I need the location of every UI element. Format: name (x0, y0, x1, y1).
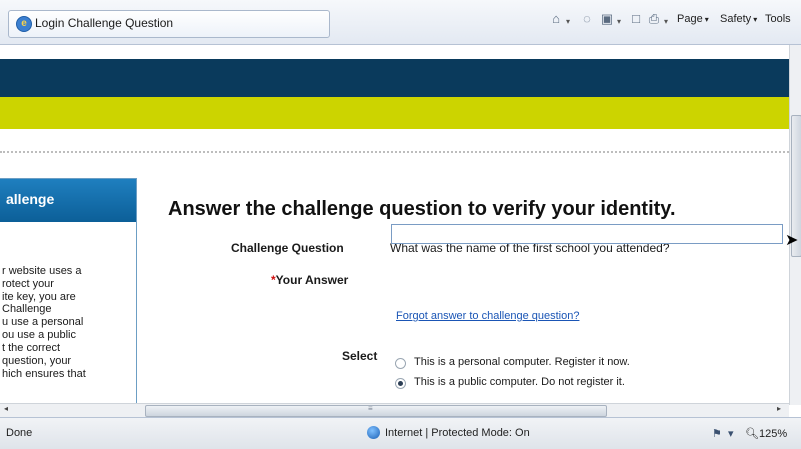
scroll-grip-icon: ≡ (368, 404, 373, 413)
print-dropdown-icon[interactable]: ▾ (664, 17, 668, 26)
header-band (0, 59, 789, 97)
zoom-value: 125% (758, 428, 788, 440)
select-label: Select (342, 349, 378, 363)
tools-menu[interactable]: Tools (765, 13, 791, 25)
scroll-right-arrow-icon[interactable]: ▸ (777, 404, 781, 413)
safety-menu-label: Safety (720, 13, 752, 25)
forgot-answer-link[interactable]: Forgot answer to challenge question? (396, 310, 579, 322)
safety-menu-chevron-icon: ▾ (753, 15, 758, 24)
challenge-question-label: Challenge Question (231, 241, 344, 255)
tab-title: Login Challenge Question (35, 16, 174, 30)
sidebar-text-line: rotect your (2, 278, 54, 290)
radio-public-computer-label[interactable]: This is a public computer. Do not regist… (414, 376, 625, 388)
sidebar-text-line: t the correct (2, 342, 61, 354)
your-answer-label: *Your Answer (271, 273, 348, 287)
your-answer-input[interactable] (391, 224, 783, 244)
security-zone-text[interactable]: Internet | Protected Mode: On (385, 427, 530, 439)
sidebar-text-line: r website uses a (2, 265, 82, 277)
your-answer-label-text: Your Answer (275, 273, 349, 287)
sidebar-text-line: u use a personal (2, 316, 84, 328)
home-icon[interactable]: ⌂ (549, 12, 563, 26)
status-text: Done (6, 427, 33, 439)
page-heading: Answer the challenge question to verify … (168, 198, 676, 220)
sidebar-text-line: hich ensures that (2, 368, 86, 380)
internet-zone-icon (367, 426, 380, 439)
mouse-cursor-icon: ➤ (785, 232, 799, 249)
feeds-icon[interactable]: ◌ (580, 12, 594, 26)
sidebar-header: allenge (0, 179, 136, 222)
radio-personal-computer-label[interactable]: This is a personal computer. Register it… (414, 356, 630, 368)
browser-toolbar: e Login Challenge Question ⌂ ▾ ◌ ▣ ▾ □ ⎙… (0, 0, 801, 45)
page-menu[interactable]: Page ▾ (677, 13, 709, 25)
protected-mode-icon[interactable]: ⚑ (712, 427, 722, 440)
ie-favicon-icon: e (16, 16, 32, 32)
sidebar-text-line: ou use a public (2, 329, 76, 341)
print-preview-icon[interactable]: □ (629, 12, 643, 26)
print-icon[interactable]: ⎙ (647, 12, 661, 26)
browser-tab[interactable]: e Login Challenge Question (8, 10, 330, 38)
zoom-level[interactable]: 🔍︎125% (745, 427, 787, 440)
sidebar-title: allenge (6, 191, 55, 207)
page-menu-label: Page (677, 13, 703, 25)
horizontal-scrollbar[interactable]: ◂ ≡ ▸ (0, 403, 789, 417)
radio-public-computer[interactable] (395, 378, 406, 389)
radio-personal-computer[interactable] (395, 358, 406, 369)
accent-band (0, 97, 789, 129)
dotted-divider (0, 151, 789, 153)
sidebar-text-line: ite key, you are (2, 291, 76, 303)
protected-dropdown-icon[interactable]: ▾ (728, 427, 734, 440)
home-dropdown-icon[interactable]: ▾ (566, 17, 570, 26)
status-bar: Done Internet | Protected Mode: On ⚑ ▾ 🔍… (0, 417, 801, 449)
vertical-scrollbar[interactable] (789, 45, 801, 405)
sidebar-text-line: question, your (2, 355, 72, 367)
zoom-magnifier-icon: 🔍︎ (745, 428, 759, 440)
read-mail-icon[interactable]: ▣ (600, 12, 614, 26)
horizontal-scroll-thumb[interactable]: ≡ (145, 404, 607, 417)
sidebar-text-line: Challenge (2, 303, 52, 315)
mail-dropdown-icon[interactable]: ▾ (617, 17, 621, 26)
scroll-left-arrow-icon[interactable]: ◂ (4, 404, 8, 413)
tools-menu-label: Tools (765, 13, 791, 25)
page-menu-chevron-icon: ▾ (704, 15, 709, 24)
sidebar-panel: allenge r website uses a rotect your ite… (0, 178, 137, 403)
safety-menu[interactable]: Safety ▾ (720, 13, 757, 25)
